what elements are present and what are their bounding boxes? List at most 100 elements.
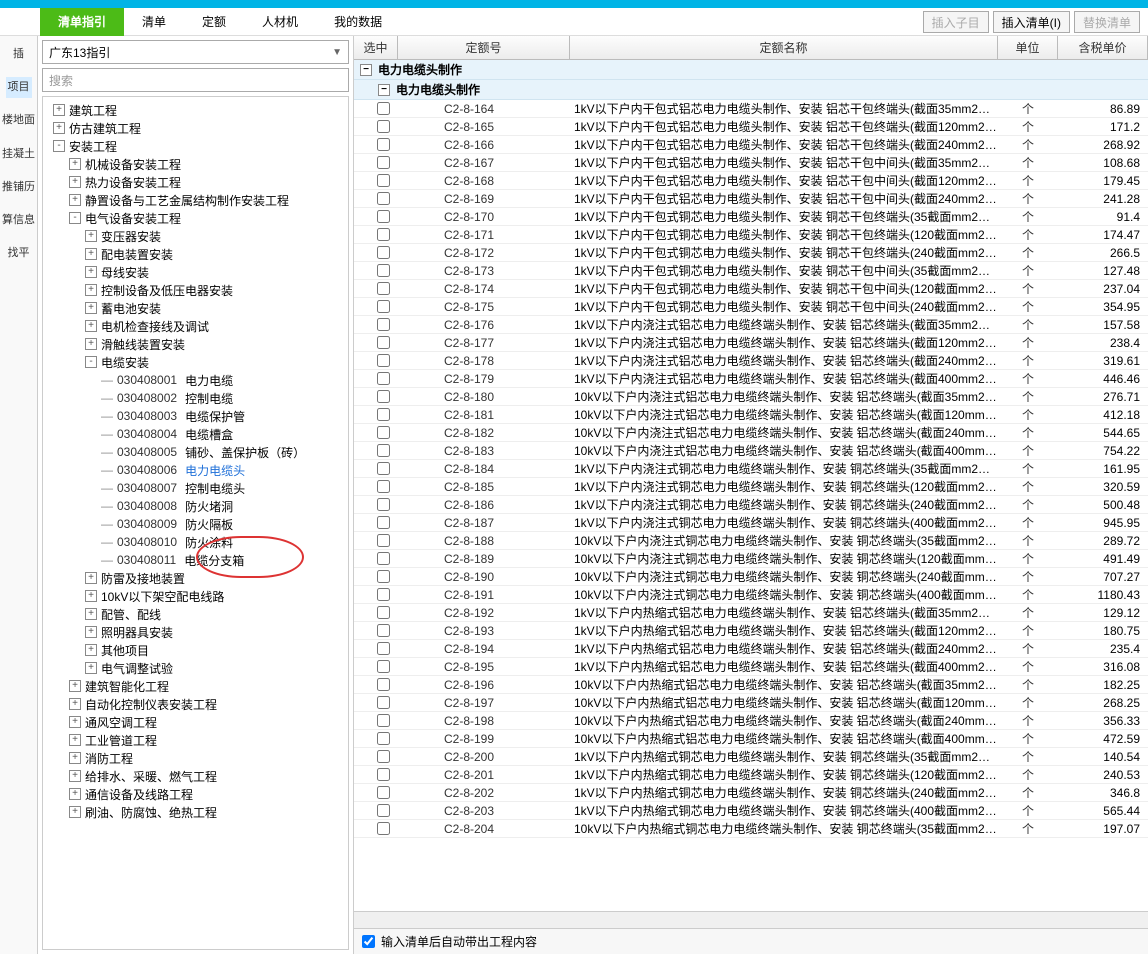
tree-node[interactable]: +配管、配线 [43, 605, 348, 623]
tree-node[interactable]: +自动化控制仪表安装工程 [43, 695, 348, 713]
row-checkbox[interactable] [377, 516, 390, 529]
stub-item[interactable]: 项目 [6, 77, 32, 98]
tree-node[interactable]: +配电装置安装 [43, 245, 348, 263]
insert-list-button[interactable]: 插入清单(I) [993, 11, 1070, 33]
tree-node[interactable]: +变压器安装 [43, 227, 348, 245]
tree-node[interactable]: +控制设备及低压电器安装 [43, 281, 348, 299]
tree-node[interactable]: -安装工程 [43, 137, 348, 155]
table-row[interactable]: C2-8-1861kV以下户内浇注式铜芯电力电缆终端头制作、安装 铜芯终端头(2… [354, 496, 1148, 514]
table-row[interactable]: C2-8-1941kV以下户内热缩式铝芯电力电缆终端头制作、安装 铝芯终端头(截… [354, 640, 1148, 658]
tree-node[interactable]: +防雷及接地装置 [43, 569, 348, 587]
row-checkbox[interactable] [377, 714, 390, 727]
col-quota-name[interactable]: 定额名称 [570, 36, 998, 59]
row-checkbox[interactable] [377, 156, 390, 169]
tree-node[interactable]: +仿古建筑工程 [43, 119, 348, 137]
collapse-icon[interactable]: − [360, 64, 372, 76]
tree-node[interactable]: +照明器具安装 [43, 623, 348, 641]
row-checkbox[interactable] [377, 120, 390, 133]
tree-node[interactable]: +刷油、防腐蚀、绝热工程 [43, 803, 348, 821]
table-row[interactable]: C2-8-2011kV以下户内热缩式铜芯电力电缆终端头制作、安装 铜芯终端头(1… [354, 766, 1148, 784]
row-checkbox[interactable] [377, 408, 390, 421]
table-row[interactable]: C2-8-1851kV以下户内浇注式铜芯电力电缆终端头制作、安装 铜芯终端头(1… [354, 478, 1148, 496]
tree-node[interactable]: +建筑工程 [43, 101, 348, 119]
tree-node[interactable]: +电机检查接线及调试 [43, 317, 348, 335]
row-checkbox[interactable] [377, 102, 390, 115]
table-row[interactable]: C2-8-1951kV以下户内热缩式铝芯电力电缆终端头制作、安装 铝芯终端头(截… [354, 658, 1148, 676]
row-checkbox[interactable] [377, 732, 390, 745]
table-row[interactable]: C2-8-1741kV以下户内干包式铜芯电力电缆头制作、安装 铜芯干包中间头(1… [354, 280, 1148, 298]
row-checkbox[interactable] [377, 624, 390, 637]
row-checkbox[interactable] [377, 462, 390, 475]
tree-node[interactable]: —030408003电缆保护管 [43, 407, 348, 425]
table-row[interactable]: C2-8-18110kV以下户内浇注式铝芯电力电缆终端头制作、安装 铝芯终端头(… [354, 406, 1148, 424]
row-checkbox[interactable] [377, 426, 390, 439]
tree-node[interactable]: +10kV以下架空配电线路 [43, 587, 348, 605]
table-row[interactable]: C2-8-1691kV以下户内干包式铝芯电力电缆头制作、安装 铝芯干包中间头(截… [354, 190, 1148, 208]
tab-0[interactable]: 清单指引 [40, 8, 124, 36]
row-checkbox[interactable] [377, 588, 390, 601]
table-row[interactable]: C2-8-1921kV以下户内热缩式铝芯电力电缆终端头制作、安装 铝芯终端头(截… [354, 604, 1148, 622]
row-checkbox[interactable] [377, 822, 390, 835]
tab-2[interactable]: 定额 [184, 8, 244, 36]
table-row[interactable]: C2-8-1641kV以下户内干包式铝芯电力电缆头制作、安装 铝芯干包终端头(截… [354, 100, 1148, 118]
col-quota-no[interactable]: 定额号 [398, 36, 570, 59]
tree-node[interactable]: —030408008防火堵洞 [43, 497, 348, 515]
tree-node[interactable]: +蓄电池安装 [43, 299, 348, 317]
tree-node[interactable]: —030408011电缆分支箱 [43, 551, 348, 569]
row-checkbox[interactable] [377, 246, 390, 259]
replace-list-button[interactable]: 替换清单 [1074, 11, 1140, 33]
tab-4[interactable]: 我的数据 [316, 8, 400, 36]
col-price[interactable]: 含税单价 [1058, 36, 1148, 59]
table-row[interactable]: C2-8-1771kV以下户内浇注式铝芯电力电缆终端头制作、安装 铝芯终端头(截… [354, 334, 1148, 352]
row-checkbox[interactable] [377, 750, 390, 763]
row-checkbox[interactable] [377, 480, 390, 493]
tree-node[interactable]: +消防工程 [43, 749, 348, 767]
row-checkbox[interactable] [377, 174, 390, 187]
table-row[interactable]: C2-8-2031kV以下户内热缩式铜芯电力电缆终端头制作、安装 铜芯终端头(4… [354, 802, 1148, 820]
row-checkbox[interactable] [377, 786, 390, 799]
row-checkbox[interactable] [377, 804, 390, 817]
table-row[interactable]: C2-8-18010kV以下户内浇注式铝芯电力电缆终端头制作、安装 铝芯终端头(… [354, 388, 1148, 406]
row-checkbox[interactable] [377, 606, 390, 619]
stub-item[interactable]: 楼地面 [0, 110, 37, 131]
table-row[interactable]: C2-8-1681kV以下户内干包式铝芯电力电缆头制作、安装 铝芯干包中间头(截… [354, 172, 1148, 190]
table-row[interactable]: C2-8-1871kV以下户内浇注式铜芯电力电缆终端头制作、安装 铜芯终端头(4… [354, 514, 1148, 532]
stub-item[interactable]: 算信息 [0, 210, 37, 231]
table-row[interactable]: C2-8-19710kV以下户内热缩式铝芯电力电缆终端头制作、安装 铝芯终端头(… [354, 694, 1148, 712]
row-checkbox[interactable] [377, 210, 390, 223]
table-row[interactable]: C2-8-19610kV以下户内热缩式铝芯电力电缆终端头制作、安装 铝芯终端头(… [354, 676, 1148, 694]
tree-node[interactable]: +工业管道工程 [43, 731, 348, 749]
table-row[interactable]: C2-8-18210kV以下户内浇注式铝芯电力电缆终端头制作、安装 铝芯终端头(… [354, 424, 1148, 442]
row-checkbox[interactable] [377, 228, 390, 241]
tree-node[interactable]: +机械设备安装工程 [43, 155, 348, 173]
tree-node[interactable]: —030408004电缆槽盒 [43, 425, 348, 443]
table-row[interactable]: C2-8-1661kV以下户内干包式铝芯电力电缆头制作、安装 铝芯干包终端头(截… [354, 136, 1148, 154]
row-checkbox[interactable] [377, 264, 390, 277]
table-row[interactable]: C2-8-1721kV以下户内干包式铜芯电力电缆头制作、安装 铜芯干包终端头(2… [354, 244, 1148, 262]
tree-node[interactable]: +热力设备安装工程 [43, 173, 348, 191]
tree-node[interactable]: —030408005铺砂、盖保护板（砖） [43, 443, 348, 461]
table-row[interactable]: C2-8-19810kV以下户内热缩式铝芯电力电缆终端头制作、安装 铝芯终端头(… [354, 712, 1148, 730]
table-row[interactable]: C2-8-2001kV以下户内热缩式铜芯电力电缆终端头制作、安装 铜芯终端头(3… [354, 748, 1148, 766]
tab-3[interactable]: 人材机 [244, 8, 316, 36]
row-checkbox[interactable] [377, 282, 390, 295]
table-row[interactable]: C2-8-1791kV以下户内浇注式铝芯电力电缆终端头制作、安装 铝芯终端头(截… [354, 370, 1148, 388]
table-row[interactable]: C2-8-1751kV以下户内干包式铜芯电力电缆头制作、安装 铜芯干包中间头(2… [354, 298, 1148, 316]
tree-node[interactable]: +其他项目 [43, 641, 348, 659]
insert-child-button[interactable]: 插入子目 [923, 11, 989, 33]
row-checkbox[interactable] [377, 768, 390, 781]
row-checkbox[interactable] [377, 318, 390, 331]
section-header-2[interactable]: − 电力电缆头制作 [354, 80, 1148, 100]
row-checkbox[interactable] [377, 354, 390, 367]
guide-combo[interactable]: 广东13指引 ▼ [42, 40, 349, 64]
tree-node[interactable]: +滑触线装置安装 [43, 335, 348, 353]
row-checkbox[interactable] [377, 192, 390, 205]
table-row[interactable]: C2-8-19010kV以下户内浇注式铜芯电力电缆终端头制作、安装 铜芯终端头(… [354, 568, 1148, 586]
row-checkbox[interactable] [377, 300, 390, 313]
row-checkbox[interactable] [377, 642, 390, 655]
tree-node[interactable]: +母线安装 [43, 263, 348, 281]
table-row[interactable]: C2-8-2021kV以下户内热缩式铜芯电力电缆终端头制作、安装 铜芯终端头(2… [354, 784, 1148, 802]
table-row[interactable]: C2-8-1671kV以下户内干包式铝芯电力电缆头制作、安装 铝芯干包中间头(截… [354, 154, 1148, 172]
tree-node[interactable]: +静置设备与工艺金属结构制作安装工程 [43, 191, 348, 209]
table-row[interactable]: C2-8-18810kV以下户内浇注式铜芯电力电缆终端头制作、安装 铜芯终端头(… [354, 532, 1148, 550]
